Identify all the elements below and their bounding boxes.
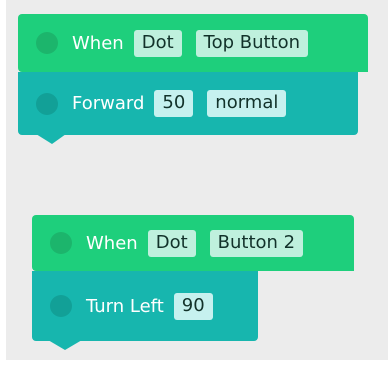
event-label: When bbox=[72, 32, 124, 54]
block-handle-dot bbox=[36, 32, 58, 54]
speed-dropdown[interactable]: normal bbox=[207, 90, 287, 117]
block-handle-dot bbox=[36, 92, 58, 115]
block-handle-dot bbox=[50, 295, 72, 317]
device-dropdown[interactable]: Dot bbox=[147, 229, 196, 257]
distance-input[interactable]: 50 bbox=[154, 90, 194, 117]
device-dropdown[interactable]: Dot bbox=[133, 29, 182, 57]
trigger-dropdown[interactable]: Button 2 bbox=[209, 229, 304, 257]
turn-left-action-block[interactable]: Turn Left 90 bbox=[32, 271, 258, 341]
when-event-block-2[interactable]: When Dot Button 2 bbox=[32, 215, 354, 271]
when-event-block[interactable]: When Dot Top Button bbox=[18, 14, 368, 72]
action-label: Turn Left bbox=[86, 295, 164, 317]
action-label: Forward bbox=[72, 93, 145, 114]
action-connector-notch bbox=[36, 134, 66, 144]
coding-canvas: When Dot Top Button Forward 50 normal Wh… bbox=[0, 0, 388, 370]
forward-action-block[interactable]: Forward 50 normal bbox=[18, 72, 358, 135]
trigger-dropdown[interactable]: Top Button bbox=[195, 29, 309, 57]
angle-input[interactable]: 90 bbox=[173, 292, 213, 320]
event-label: When bbox=[86, 232, 138, 254]
action-connector-notch bbox=[48, 340, 82, 350]
block-handle-dot bbox=[50, 232, 72, 254]
